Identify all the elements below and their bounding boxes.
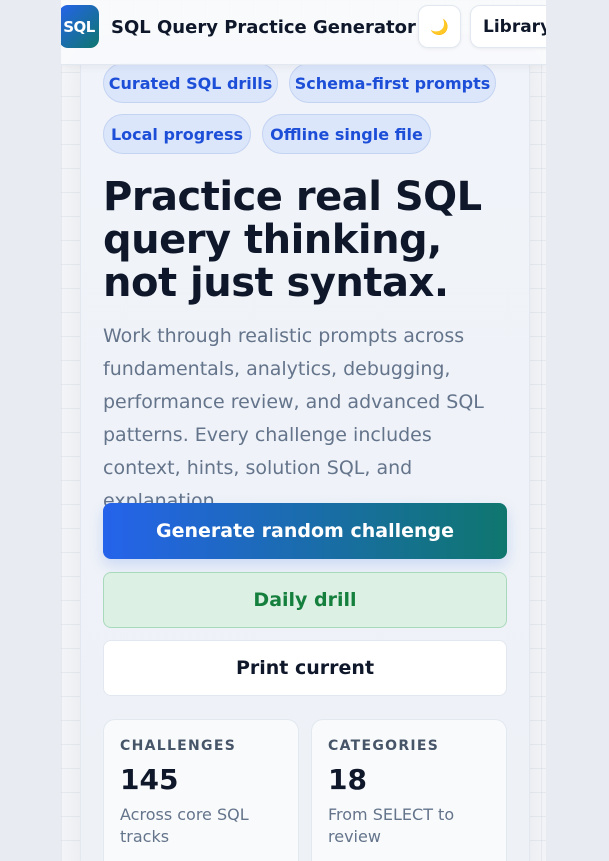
daily-drill-button[interactable]: Daily drill [103, 572, 507, 628]
stat-note: From SELECT to review [328, 805, 455, 846]
moon-icon: 🌙 [430, 17, 449, 36]
chip-curated-drills: Curated SQL drills [103, 63, 278, 103]
chip-local-progress: Local progress [103, 114, 251, 154]
stat-note: Across core SQL tracks [120, 805, 249, 846]
hero-headline: Practice real SQL query thinking, not ju… [103, 174, 482, 306]
chip-offline-file: Offline single file [262, 114, 431, 154]
theme-toggle-button[interactable]: 🌙 [418, 5, 461, 48]
stat-label: CATEGORIES [328, 738, 440, 754]
print-current-button[interactable]: Print current [103, 640, 507, 696]
stat-card-categories: CATEGORIES 18 From SELECT to review [311, 719, 507, 861]
stat-card-challenges: CHALLENGES 145 Across core SQL tracks [103, 719, 299, 861]
hero-description: Work through realistic prompts across fu… [103, 325, 484, 512]
app-title: SQL Query Practice Generator [111, 17, 416, 38]
chip-schema-first: Schema-first prompts [289, 63, 496, 103]
app-logo: SQL [61, 5, 99, 48]
generate-challenge-button[interactable]: Generate random challenge [103, 503, 507, 559]
top-bar: SQL SQL Query Practice Generator 🌙 Libra… [61, 0, 546, 65]
app-page: SQL SQL Query Practice Generator 🌙 Libra… [61, 0, 546, 861]
stat-label: CHALLENGES [120, 738, 237, 754]
stat-value: 18 [328, 763, 367, 796]
stat-value: 145 [120, 763, 179, 796]
library-button[interactable]: Library [470, 5, 546, 48]
